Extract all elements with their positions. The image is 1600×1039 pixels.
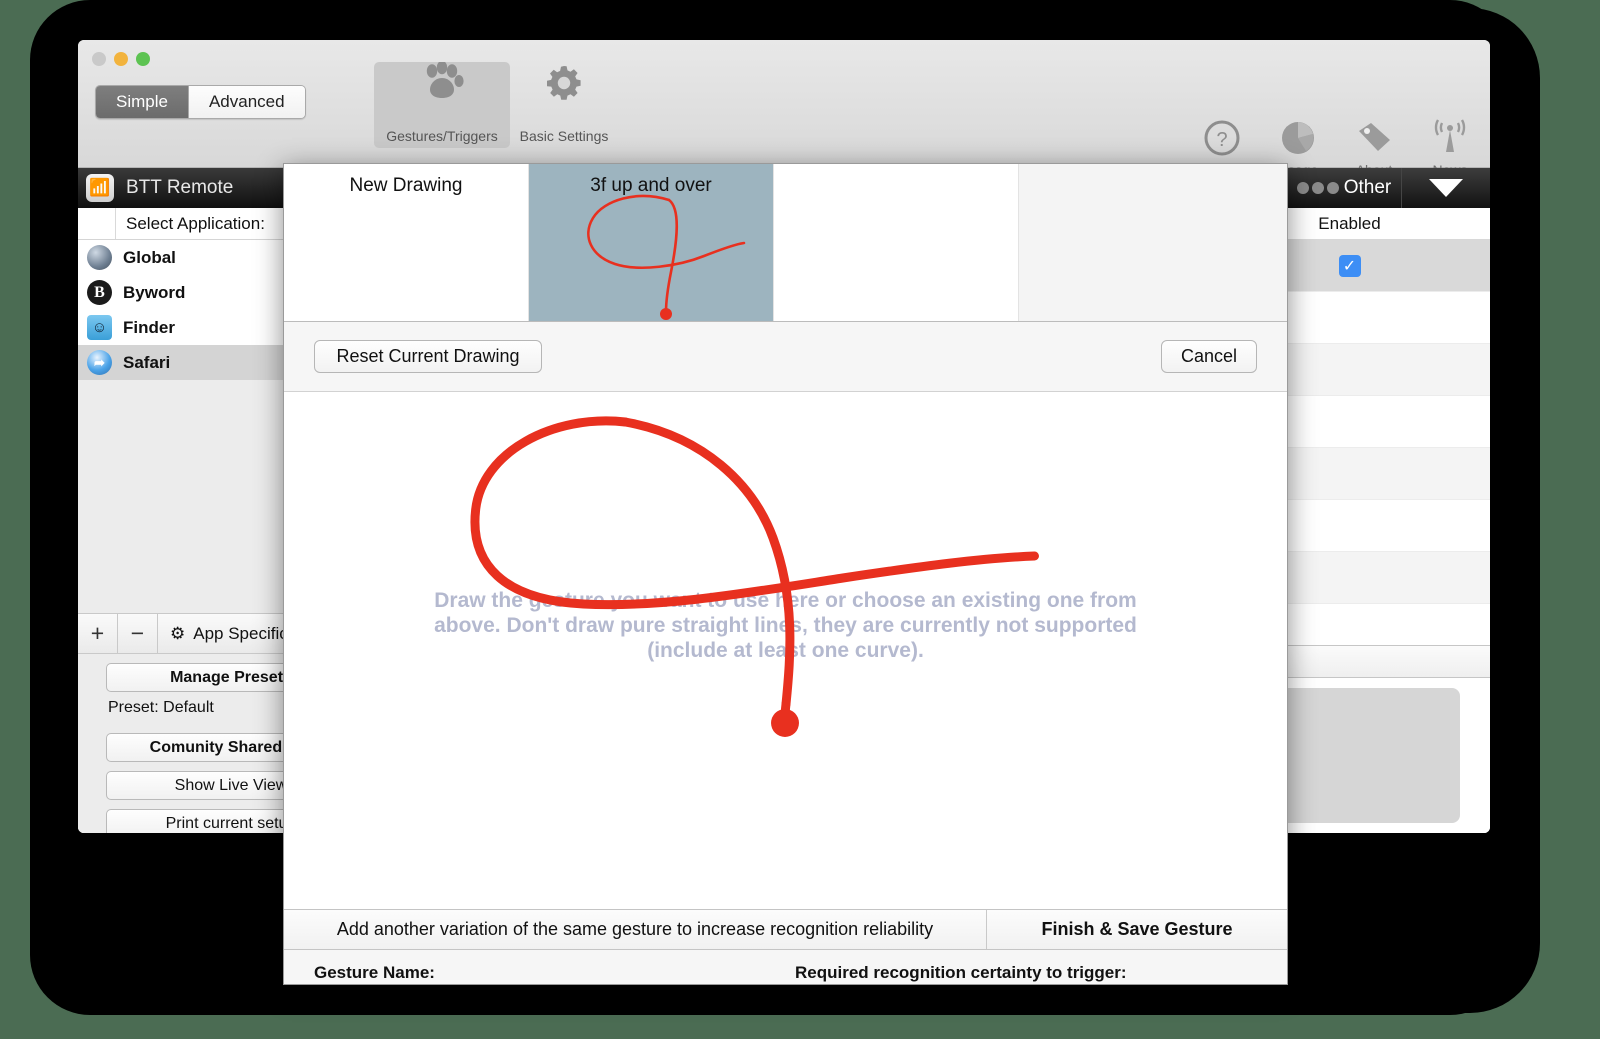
thumbnail-empty-2[interactable] bbox=[1019, 164, 1287, 321]
tab-advanced[interactable]: Advanced bbox=[187, 86, 305, 118]
app-name: Finder bbox=[123, 317, 175, 337]
zoom-button[interactable] bbox=[136, 52, 150, 66]
select-application-label: Select Application: bbox=[126, 213, 265, 233]
header-dropdown-button[interactable] bbox=[1402, 168, 1490, 208]
gesture-name-label: Gesture Name: bbox=[314, 963, 435, 982]
chevron-down-icon bbox=[1429, 179, 1463, 197]
safari-icon: ➦ bbox=[87, 350, 112, 375]
gesture-thumbnail-strip: New Drawing 3f up and over bbox=[284, 164, 1287, 322]
window-dots-icon bbox=[1296, 182, 1339, 194]
thumbnail-3f-up-and-over[interactable]: 3f up and over bbox=[529, 164, 774, 321]
pie-chart-icon bbox=[1272, 118, 1324, 162]
enabled-checkbox[interactable]: ✓ bbox=[1338, 254, 1361, 277]
select-application-spacer bbox=[78, 208, 116, 239]
minimize-button[interactable] bbox=[114, 52, 128, 66]
thumbnail-gesture-preview bbox=[587, 194, 746, 320]
thumbnail-label: New Drawing bbox=[349, 175, 463, 196]
gesture-drawing-canvas[interactable]: Draw the gesture you want to use here or… bbox=[284, 392, 1287, 909]
mode-segmented-control[interactable]: Simple Advanced bbox=[95, 85, 306, 119]
add-application-button[interactable]: + bbox=[78, 614, 118, 653]
tab-simple[interactable]: Simple bbox=[96, 86, 188, 118]
thumbnail-empty-1[interactable] bbox=[774, 164, 1019, 321]
question-circle-icon: ? bbox=[1196, 118, 1248, 162]
gesture-sheet-toolbar: Reset Current Drawing Cancel bbox=[284, 322, 1287, 392]
thumbnail-label bbox=[1019, 164, 1287, 175]
add-variation-button[interactable]: Add another variation of the same gestur… bbox=[284, 910, 987, 949]
traffic-lights bbox=[92, 52, 150, 66]
toolbar-item-gestures-triggers[interactable]: Gestures/Triggers bbox=[374, 60, 510, 148]
app-name: Safari bbox=[123, 352, 171, 372]
thumbnail-label bbox=[774, 164, 1018, 175]
toolbar-item-label: Basic Settings bbox=[519, 128, 609, 144]
byword-icon: B bbox=[87, 280, 112, 305]
app-name: Global bbox=[123, 247, 176, 267]
gesture-sheet-actions: Add another variation of the same gestur… bbox=[284, 909, 1287, 950]
toolbar-item-basic-settings[interactable]: Basic Settings bbox=[496, 62, 632, 144]
app-specific-label: App Specific bbox=[193, 623, 288, 643]
svg-text:?: ? bbox=[1216, 129, 1227, 151]
broadcast-icon bbox=[1424, 118, 1476, 162]
paw-icon bbox=[374, 60, 510, 128]
reset-current-drawing-button[interactable]: Reset Current Drawing bbox=[314, 340, 542, 373]
btt-remote-label: BTT Remote bbox=[126, 177, 234, 198]
thumbnail-new-drawing[interactable]: New Drawing bbox=[284, 164, 529, 321]
gesture-stroke bbox=[470, 416, 1039, 737]
cancel-button[interactable]: Cancel bbox=[1161, 340, 1257, 373]
gear-icon: ⚙ bbox=[170, 623, 186, 643]
tag-icon bbox=[1348, 118, 1400, 162]
toolbar-item-label: Gestures/Triggers bbox=[386, 128, 498, 144]
header-other-button[interactable]: Other bbox=[1287, 168, 1402, 208]
gesture-drawing-sheet: New Drawing 3f up and over Reset Current… bbox=[283, 163, 1288, 985]
certainty-label: Required recognition certainty to trigge… bbox=[795, 963, 1127, 982]
remove-application-button[interactable]: − bbox=[118, 614, 158, 653]
finish-save-gesture-button[interactable]: Finish & Save Gesture bbox=[987, 910, 1287, 949]
gesture-sheet-form: Gesture Name: (use a unique name for eve… bbox=[284, 950, 1287, 984]
finder-icon: ☺ bbox=[87, 315, 112, 340]
globe-icon bbox=[87, 245, 112, 270]
app-name: Byword bbox=[123, 282, 186, 302]
gear-icon bbox=[496, 62, 632, 128]
window-toolbar: Simple Advanced Gestures/Triggers Basic … bbox=[78, 40, 1490, 178]
wifi-icon: 📶 bbox=[86, 174, 114, 202]
header-other-label: Other bbox=[1343, 177, 1392, 198]
close-button[interactable] bbox=[92, 52, 106, 66]
